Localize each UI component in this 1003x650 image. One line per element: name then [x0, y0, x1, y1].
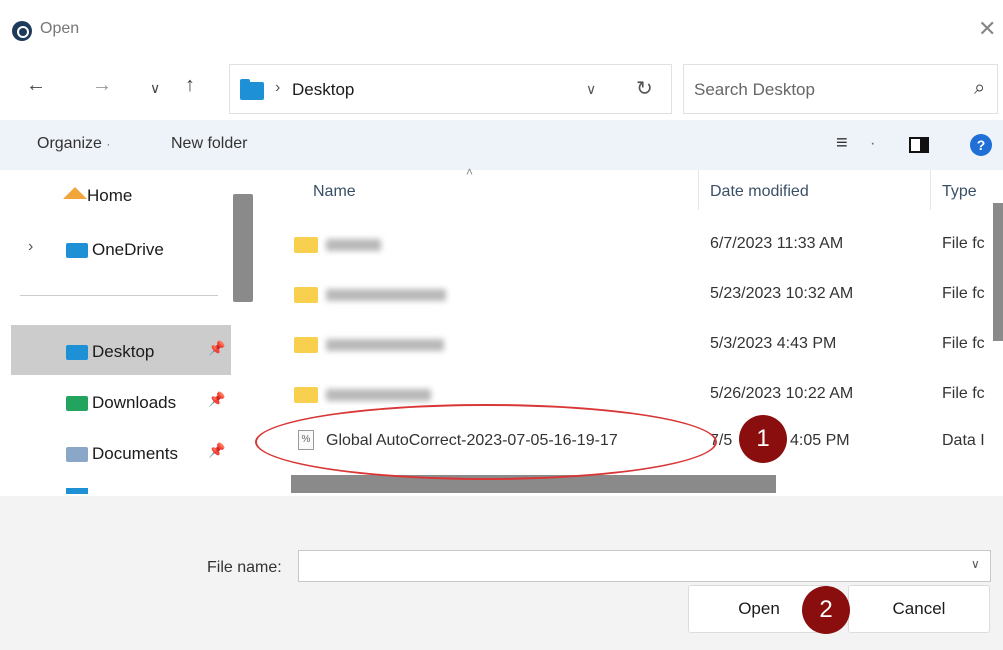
downloads-folder-icon	[66, 396, 88, 412]
column-header-date-modified[interactable]: Date modified	[710, 183, 809, 201]
up-icon[interactable]: ↑	[185, 74, 195, 97]
column-header-name[interactable]: Name	[313, 183, 356, 201]
row-date: 4:05 PM	[790, 432, 850, 449]
pin-icon[interactable]: 📌	[208, 442, 225, 459]
nav-divider	[20, 295, 218, 296]
file-name-dropdown-icon[interactable]: ∨	[971, 557, 980, 571]
search-input[interactable]: Search Desktop	[694, 80, 815, 100]
row-date: 5/23/2023 10:32 AM	[710, 285, 854, 302]
search-box[interactable]: Search Desktop ⌕	[683, 64, 998, 114]
search-icon[interactable]: ⌕	[974, 77, 985, 100]
view-chevron-icon[interactable]: ·	[870, 135, 875, 153]
new-folder-button[interactable]: New folder	[171, 135, 247, 153]
organize-label: Organize	[37, 135, 102, 152]
view-list-icon[interactable]: ≡	[836, 132, 848, 155]
refresh-icon[interactable]: ↻	[636, 76, 653, 101]
redacted-filename	[326, 239, 381, 251]
recent-locations-chevron-icon[interactable]: ∨	[150, 80, 160, 97]
organize-chevron-icon: ·	[106, 137, 111, 151]
partial-folder-icon	[66, 488, 88, 494]
row-date: 6/7/2023 11:33 AM	[710, 235, 844, 252]
breadcrumb-desktop[interactable]: Desktop	[292, 80, 354, 100]
forward-icon[interactable]: →	[92, 74, 112, 97]
file-name-label: File name:	[207, 559, 282, 576]
breadcrumb-separator-icon: ›	[275, 79, 281, 96]
preview-pane-icon[interactable]	[909, 137, 929, 153]
folder-icon	[294, 237, 318, 253]
file-list-scrollbar[interactable]	[993, 203, 1003, 341]
folder-icon	[294, 387, 318, 403]
column-divider[interactable]	[930, 170, 931, 210]
folder-icon	[294, 337, 318, 353]
sidebar-item-label: OneDrive	[92, 240, 164, 259]
row-type: File fc	[942, 385, 985, 402]
sidebar-item-onedrive[interactable]: OneDrive	[66, 240, 164, 260]
organize-button[interactable]: Organize ·	[37, 135, 110, 153]
command-bar	[0, 120, 1003, 170]
row-type: Data I	[942, 432, 985, 449]
sidebar-scrollbar[interactable]	[233, 194, 253, 302]
open-dialog: Open ✕ ← → ∨ ↑ › Desktop ∨ ↻ Search Desk…	[0, 0, 1003, 650]
sidebar-item-label: Home	[87, 186, 133, 205]
row-date: 5/26/2023 10:22 AM	[710, 385, 854, 402]
documents-folder-icon	[66, 447, 88, 463]
table-row[interactable]: 5/23/2023 10:32 AM File fc	[262, 270, 993, 320]
file-name-input[interactable]: ∨	[298, 550, 991, 582]
sidebar-item-downloads[interactable]: Downloads	[66, 393, 176, 413]
help-icon[interactable]: ?	[970, 134, 992, 156]
annotation-badge-2: 2	[802, 586, 850, 634]
row-type: File fc	[942, 235, 985, 252]
column-divider[interactable]	[698, 170, 699, 210]
row-date: 5/3/2023 4:43 PM	[710, 335, 837, 352]
cancel-button[interactable]: Cancel	[848, 585, 990, 633]
annotation-ellipse	[255, 404, 717, 480]
address-bar[interactable]: › Desktop ∨ ↻	[229, 64, 672, 114]
preview-pane-fill	[920, 139, 927, 151]
sidebar-item-home[interactable]: Home	[63, 186, 132, 206]
redacted-filename	[326, 289, 446, 301]
sidebar-item-label: Documents	[92, 444, 178, 463]
redacted-filename	[326, 339, 444, 351]
annotation-badge-1: 1	[739, 415, 787, 463]
expand-chevron-icon[interactable]: ›	[28, 238, 33, 256]
folder-icon	[240, 79, 264, 100]
redacted-filename	[326, 389, 431, 401]
column-header-type[interactable]: Type	[942, 183, 977, 201]
sidebar-item-documents[interactable]: Documents	[66, 444, 178, 464]
table-row[interactable]: 5/3/2023 4:43 PM File fc	[262, 320, 993, 370]
window-title: Open	[40, 20, 80, 37]
home-icon	[63, 186, 87, 199]
row-type: File fc	[942, 285, 985, 302]
app-icon	[12, 21, 32, 41]
pin-icon[interactable]: 📌	[208, 340, 225, 357]
title-bar: Open ✕	[0, 0, 1003, 62]
sidebar-item-label: Desktop	[92, 342, 155, 361]
sidebar-item-label: Downloads	[92, 393, 177, 412]
sidebar-item-desktop[interactable]: Desktop	[66, 342, 154, 362]
sort-ascending-icon: ˄	[466, 165, 474, 179]
row-type: File fc	[942, 335, 985, 352]
back-icon[interactable]: ←	[26, 74, 46, 97]
folder-icon	[294, 287, 318, 303]
close-icon[interactable]: ✕	[978, 16, 996, 42]
pin-icon[interactable]: 📌	[208, 391, 225, 408]
desktop-folder-icon	[66, 345, 88, 361]
address-dropdown-icon[interactable]: ∨	[586, 81, 596, 98]
table-row[interactable]: 6/7/2023 11:33 AM File fc	[262, 220, 993, 270]
onedrive-folder-icon	[66, 243, 88, 259]
